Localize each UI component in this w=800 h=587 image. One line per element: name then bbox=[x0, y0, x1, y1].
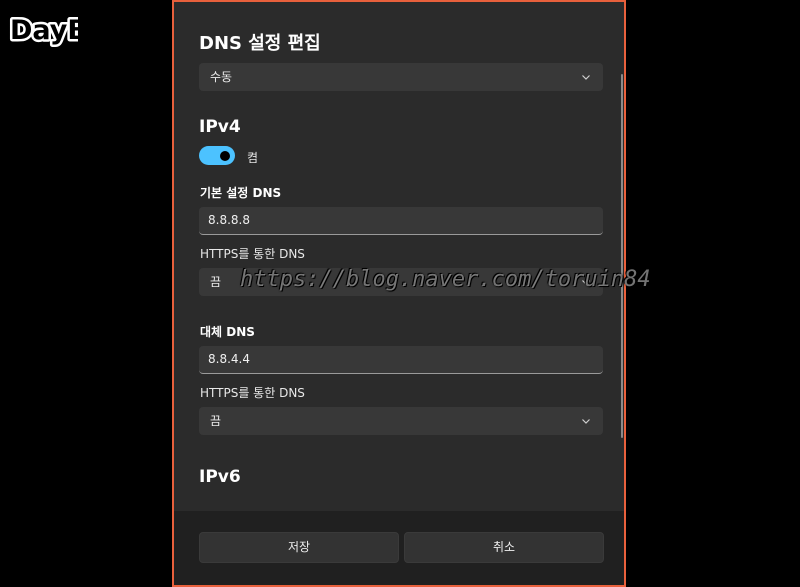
dayb-logo: DayB bbox=[6, 6, 79, 50]
ipv4-heading: IPv4 bbox=[199, 117, 241, 137]
dns-mode-value: 수동 bbox=[210, 70, 233, 84]
preferred-dns-label: 기본 설정 DNS bbox=[200, 186, 282, 200]
dialog-title: DNS 설정 편집 bbox=[199, 33, 321, 54]
ipv4-toggle[interactable] bbox=[199, 146, 235, 165]
preferred-dns-input[interactable]: 8.8.8.8 bbox=[199, 207, 603, 235]
alternate-https-value: 끔 bbox=[210, 414, 222, 428]
alternate-dns-label: 대체 DNS bbox=[200, 325, 255, 339]
chevron-down-icon bbox=[582, 419, 590, 424]
cancel-button[interactable]: 취소 bbox=[404, 532, 604, 563]
blog-watermark: https://blog.naver.com/toruin84 bbox=[240, 267, 651, 292]
alternate-https-label: HTTPS를 통한 DNS bbox=[200, 386, 305, 400]
content-scrollbar[interactable] bbox=[621, 74, 623, 438]
dns-mode-select[interactable]: 수동 bbox=[199, 63, 603, 91]
preferred-https-value: 끔 bbox=[210, 275, 222, 289]
svg-text:DayB: DayB bbox=[10, 15, 78, 46]
ipv6-heading: IPv6 bbox=[199, 467, 241, 487]
chevron-down-icon bbox=[582, 75, 590, 80]
toggle-knob bbox=[220, 151, 230, 161]
dialog-content: DNS 설정 편집 수동 IPv4 켬 기본 설정 DNS 8.8.8.8 HT… bbox=[174, 2, 624, 511]
alternate-https-select[interactable]: 끔 bbox=[199, 407, 603, 435]
ipv4-toggle-label: 켬 bbox=[247, 151, 259, 165]
alternate-dns-input[interactable]: 8.8.4.4 bbox=[199, 346, 603, 374]
preferred-https-label: HTTPS를 통한 DNS bbox=[200, 247, 305, 261]
dns-settings-dialog: DNS 설정 편집 수동 IPv4 켬 기본 설정 DNS 8.8.8.8 HT… bbox=[172, 0, 626, 587]
save-button[interactable]: 저장 bbox=[199, 532, 399, 563]
